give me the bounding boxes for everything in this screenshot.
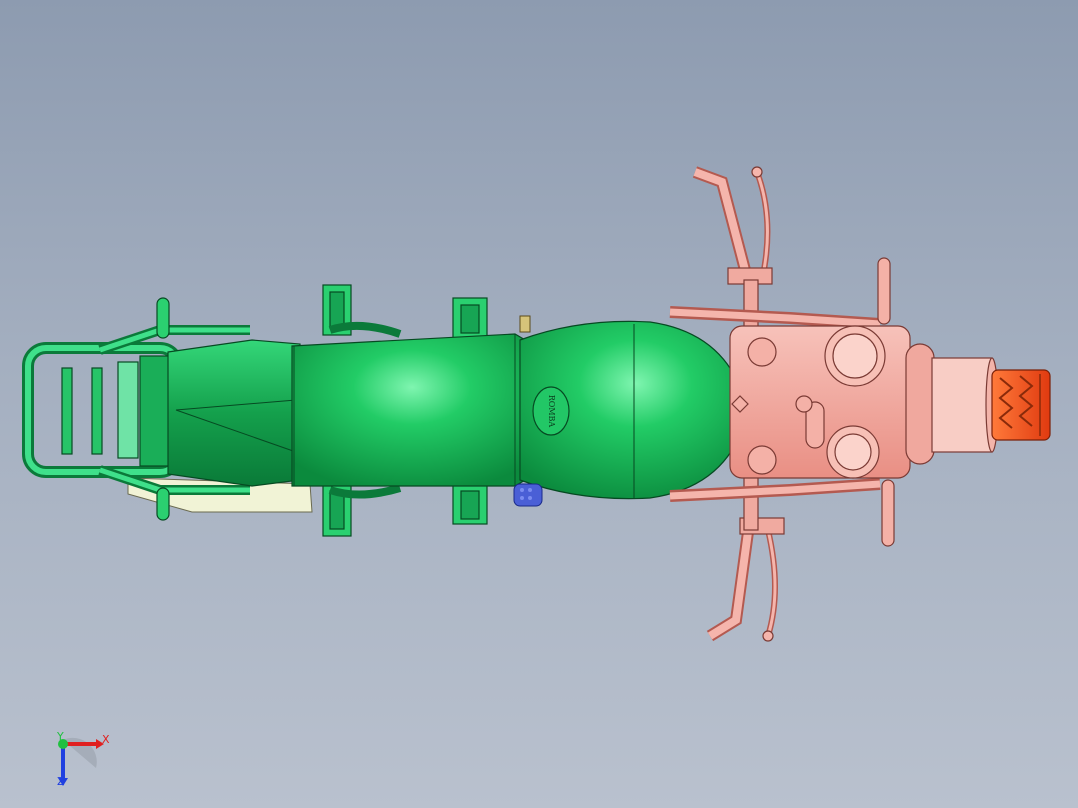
footrest-pad[interactable] (513, 483, 543, 507)
y-axis-label: Y (57, 730, 64, 743)
frame-body[interactable] (291, 333, 533, 487)
graphics-viewport[interactable]: ROMBA X Y Z (0, 0, 1078, 808)
orientation-triad (58, 737, 104, 786)
fuel-tank[interactable]: ROMBA (519, 315, 752, 500)
z-axis-label: Z (57, 775, 65, 788)
seat[interactable] (167, 339, 301, 487)
front-tire[interactable] (991, 369, 1051, 441)
tank-emblem: ROMBA (547, 395, 556, 428)
x-axis-label: X (102, 733, 110, 746)
motorcycle-model[interactable]: ROMBA (0, 0, 1078, 808)
